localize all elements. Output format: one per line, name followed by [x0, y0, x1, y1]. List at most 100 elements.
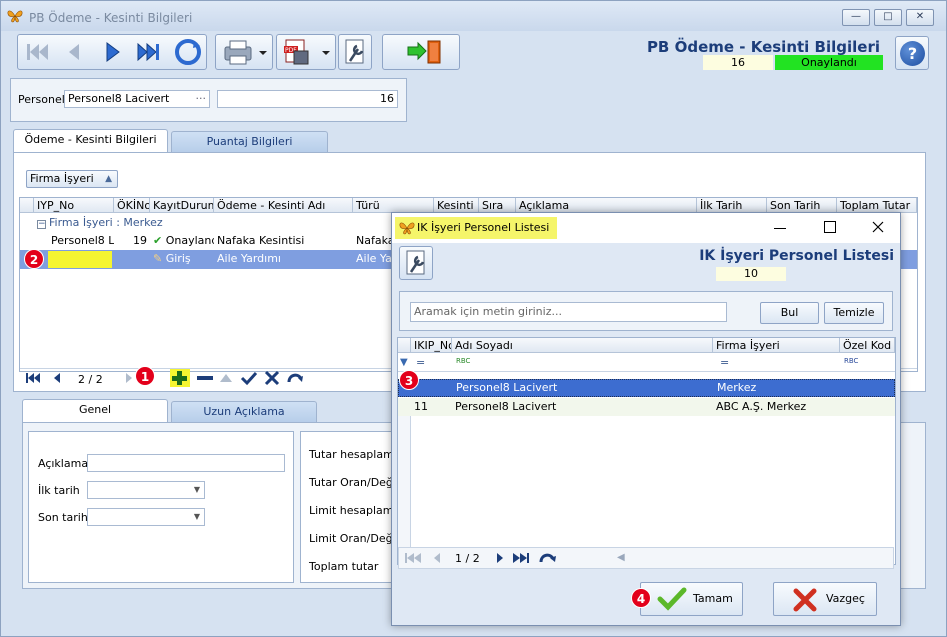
dialog-navigator: 1 / 2 ◀ [398, 547, 894, 569]
col-aciklama[interactable]: Açıklama [516, 198, 697, 213]
col-ozel-kod[interactable]: Özel Kod [840, 338, 895, 353]
refresh-button[interactable] [170, 36, 206, 68]
print-button[interactable] [215, 34, 273, 70]
group-by-label: Firma İşyeri [30, 172, 94, 185]
next-page-icon[interactable] [495, 551, 505, 568]
next-record-button[interactable] [94, 36, 130, 68]
page-title: PB Ödeme - Kesinti Bilgileri [646, 38, 880, 56]
dialog-minimize-button[interactable] [772, 221, 788, 235]
personel-grid: IKIP_No Adı Soyadı Firma İşyeri Özel Kod… [397, 337, 896, 566]
step-badge-4: 4 [631, 588, 651, 608]
limit-oran-label: Limit Oran/Değer [309, 532, 404, 545]
next-page-icon[interactable] [124, 371, 134, 388]
row-indicator-header [398, 338, 411, 353]
page-indicator: 1 / 2 [455, 552, 480, 565]
scroll-left-icon[interactable]: ◀ [617, 552, 625, 563]
close-button[interactable]: ✕ [906, 9, 934, 26]
col-adi-soyadi[interactable]: Adı Soyadı [452, 338, 713, 353]
post-check-icon[interactable] [240, 370, 258, 389]
col-ikip-no[interactable]: IKIP_No [411, 338, 452, 353]
tamam-button[interactable]: Tamam [640, 582, 743, 616]
delete-row-icon[interactable] [197, 376, 213, 380]
check-icon [657, 587, 687, 624]
first-page-icon[interactable] [404, 551, 422, 568]
dialog-close-button[interactable] [870, 219, 886, 235]
bul-button[interactable]: Bul [760, 302, 819, 324]
ilk-tarih-input[interactable]: ▼ [87, 481, 205, 499]
chevron-down-icon[interactable]: ▼ [194, 482, 200, 497]
collapse-icon[interactable]: − [37, 220, 46, 229]
tab-puantaj[interactable]: Puantaj Bilgileri [171, 131, 328, 153]
personel-group: Personel Personel8 Lacivert ··· 16 [10, 78, 407, 122]
lookup-ellipsis-icon[interactable]: ··· [196, 91, 207, 106]
row-indicator-column [398, 416, 411, 566]
personel-name-field[interactable]: Personel8 Lacivert ··· [64, 90, 210, 108]
refresh-icon[interactable] [286, 370, 304, 389]
minimize-button[interactable]: — [842, 9, 870, 26]
col-odeme-kesinti-adi[interactable]: Ödeme - Kesinti Adı [214, 198, 353, 213]
cancel-x-icon[interactable] [264, 370, 280, 389]
first-page-icon[interactable] [25, 371, 41, 388]
vazgec-button[interactable]: Vazgeç [773, 582, 877, 616]
cancel-x-icon [792, 587, 818, 626]
table-row-selected[interactable]: Personel8 Lacivert Merkez [398, 379, 895, 397]
filter-row[interactable]: ▼ = RBC = RBC [398, 354, 895, 372]
prev-page-icon[interactable] [52, 371, 62, 388]
edit-up-icon[interactable] [219, 372, 233, 387]
tab-genel[interactable]: Genel [22, 399, 168, 423]
edit-icon: ✎ [153, 252, 163, 265]
col-iyp-no[interactable]: IYP_No [34, 198, 114, 213]
limit-hesaplama-label: Limit hesaplama [309, 504, 401, 517]
personel-id-field[interactable]: 16 [217, 90, 398, 108]
group-by-firma-chip[interactable]: Firma İşyeri ▲ [26, 170, 118, 188]
aciklama-input[interactable] [87, 454, 285, 472]
col-turu[interactable]: Türü [353, 198, 434, 213]
col-ilk-tarih[interactable]: İlk Tarih [697, 198, 767, 213]
last-page-icon[interactable] [512, 551, 532, 568]
col-kayit-durumu[interactable]: KayıtDurumu [150, 198, 214, 213]
ilk-tarih-label: İlk tarih [38, 484, 80, 497]
add-row-button[interactable] [170, 369, 190, 387]
refresh-icon[interactable] [538, 551, 558, 568]
tab-uzun-aciklama[interactable]: Uzun Açıklama [171, 401, 317, 423]
first-record-button[interactable] [19, 36, 55, 68]
question-icon: ? [900, 41, 925, 66]
step-badge-3: 3 [399, 370, 419, 390]
export-pdf-button[interactable]: PDF [276, 34, 336, 70]
dialog-maximize-button[interactable] [824, 221, 836, 233]
chevron-down-icon[interactable]: ▼ [194, 509, 200, 524]
settings-tool-button[interactable] [338, 34, 372, 70]
personel-name-value: Personel8 Lacivert [68, 92, 170, 105]
cell-firma-isyeri: Merkez [717, 381, 757, 394]
help-button[interactable]: ? [895, 36, 929, 70]
dialog-settings-button[interactable] [399, 246, 433, 280]
maximize-button[interactable]: □ [874, 9, 902, 26]
title-bar: PB Ödeme - Kesinti Bilgileri — □ ✕ [1, 1, 946, 31]
col-firma-isyeri[interactable]: Firma İşyeri [713, 338, 840, 353]
dialog-title: IK İşyeri Personel Listesi [395, 217, 558, 239]
temizle-button[interactable]: Temizle [824, 302, 884, 324]
tamam-label: Tamam [693, 592, 733, 605]
filter-abc-icon[interactable]: RBC [844, 357, 858, 365]
table-row[interactable]: 11 Personel8 Lacivert ABC A.Ş. Merkez [398, 398, 895, 416]
ik-isyeri-personel-dialog: IK İşyeri Personel Listesi IK İşyeri Per… [391, 212, 901, 626]
prev-page-icon[interactable] [432, 551, 442, 568]
filter-equals[interactable]: = [416, 356, 425, 369]
aciklama-label: Açıklama [38, 457, 89, 470]
dialog-count: 10 [716, 267, 786, 281]
son-tarih-input[interactable]: ▼ [87, 508, 205, 526]
col-oki-no[interactable]: ÖKİNo [114, 198, 150, 213]
last-record-button[interactable] [132, 36, 168, 68]
col-toplam-tutar[interactable]: Toplam Tutar [837, 198, 917, 213]
filter-equals[interactable]: = [720, 356, 729, 369]
col-son-tarih[interactable]: Son Tarih [767, 198, 837, 213]
cell-firma-isyeri: ABC A.Ş. Merkez [716, 400, 807, 413]
exit-button[interactable] [382, 34, 460, 70]
col-sira[interactable]: Sıra [479, 198, 516, 213]
col-kesinti[interactable]: Kesinti [434, 198, 479, 213]
tab-odeme-kesinti[interactable]: Ödeme - Kesinti Bilgileri [13, 129, 168, 153]
previous-record-button[interactable] [57, 36, 91, 68]
filter-abc-icon[interactable]: RBC [456, 357, 470, 365]
search-input[interactable]: Aramak için metin giriniz... [410, 302, 727, 322]
cell-iyp-no-highlight[interactable] [48, 251, 112, 268]
